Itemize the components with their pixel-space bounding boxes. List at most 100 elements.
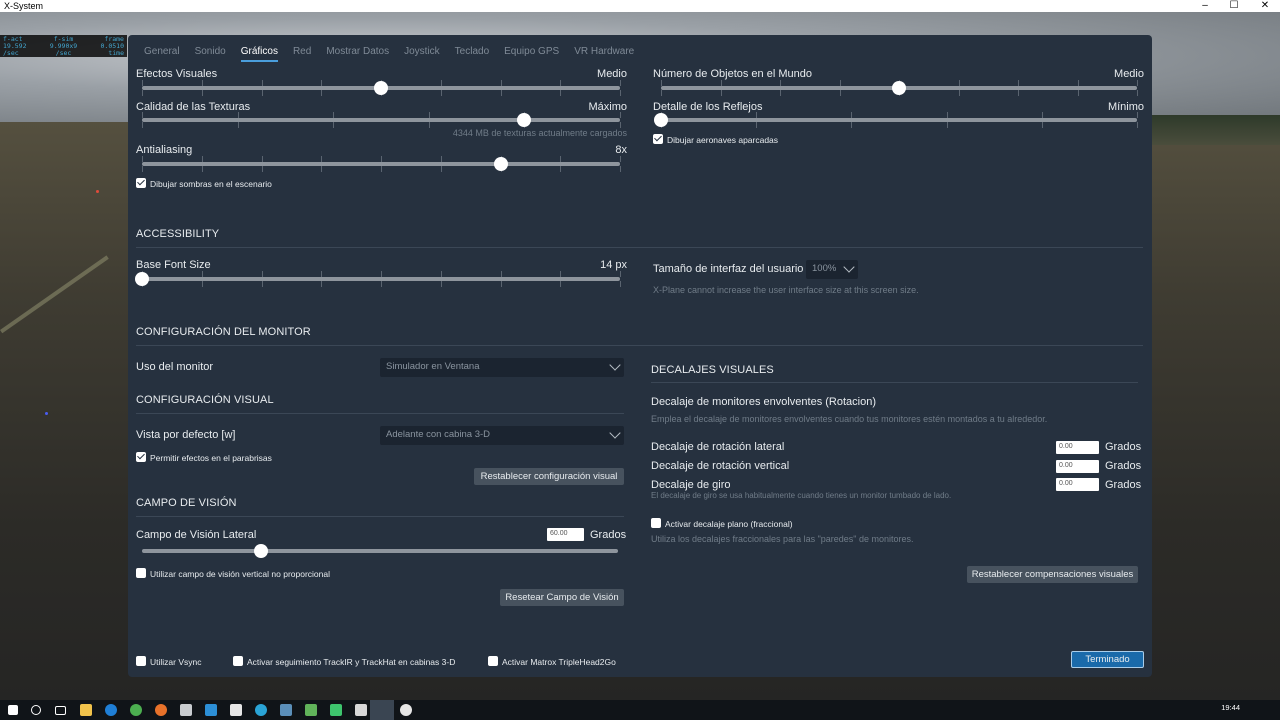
xplane-active-icon[interactable] <box>370 700 394 720</box>
slider-tick <box>851 122 853 128</box>
slider-track[interactable] <box>142 549 618 553</box>
base-font-size-label: Base Font Size <box>136 259 211 271</box>
chevron-down-icon <box>609 359 621 371</box>
slider-tick <box>946 122 948 128</box>
parked-aircraft-checkbox[interactable] <box>653 134 663 144</box>
matrox-checkbox[interactable] <box>488 656 498 666</box>
monitor-usage-dropdown[interactable]: Simulador en Ventana <box>380 358 624 377</box>
slider-tick <box>142 90 143 96</box>
slider-tick <box>620 112 621 118</box>
lateral-rotation-input[interactable]: 0.00 <box>1056 441 1099 454</box>
task-view-icon[interactable] <box>55 706 66 715</box>
ui-size-dropdown[interactable]: 100% <box>806 260 858 279</box>
roll-offset-input[interactable]: 0.00 <box>1056 478 1099 491</box>
vsync-checkbox[interactable] <box>136 656 146 666</box>
done-button[interactable]: Terminado <box>1071 651 1144 668</box>
slider-tick <box>560 80 562 86</box>
plane-maker-icon[interactable] <box>355 704 367 716</box>
lateral-rotation-label: Decalaje de rotación lateral <box>651 441 785 453</box>
antialiasing-value: 8x <box>615 144 627 156</box>
slider-tick <box>1041 112 1043 118</box>
slider-tick <box>958 80 960 86</box>
maximize-button[interactable]: ☐ <box>1219 0 1249 12</box>
slider-tick <box>142 122 143 128</box>
slider-tick <box>1137 80 1138 86</box>
tab-data-output[interactable]: Mostrar Datos <box>326 46 389 62</box>
lateral-fov-input[interactable]: 60.00 <box>547 528 584 541</box>
tab-sound[interactable]: Sonido <box>195 46 226 62</box>
tab-keyboard[interactable]: Teclado <box>455 46 489 62</box>
monitor-usage-label: Uso del monitor <box>136 361 214 373</box>
slider-knob[interactable] <box>493 157 508 171</box>
trackir-checkbox[interactable] <box>233 656 243 666</box>
mail-icon[interactable] <box>230 704 242 716</box>
slider-tick <box>560 271 562 277</box>
visual-config-heading: CONFIGURACIÓN VISUAL <box>136 394 274 406</box>
app-icon[interactable] <box>305 704 317 716</box>
xplane-icon[interactable] <box>205 704 217 716</box>
skype-icon[interactable] <box>255 704 267 716</box>
tab-joystick[interactable]: Joystick <box>404 46 440 62</box>
tab-network[interactable]: Red <box>293 46 311 62</box>
slider-tick <box>500 90 502 96</box>
slider-tick <box>261 281 263 287</box>
slider-tick <box>500 281 502 287</box>
draw-shadows-checkbox[interactable] <box>136 178 146 188</box>
texture-quality-label: Calidad de las Texturas <box>136 101 251 113</box>
slider-knob[interactable] <box>135 272 149 286</box>
slider-knob[interactable] <box>254 544 268 558</box>
slider-tick <box>620 281 621 287</box>
slider-knob[interactable] <box>654 113 668 127</box>
default-view-dropdown[interactable]: Adelante con cabina 3-D <box>380 426 624 445</box>
slider-tick <box>500 271 502 277</box>
slider-tick <box>428 112 430 118</box>
slider-tick <box>1077 80 1079 86</box>
reset-visual-offsets-button[interactable]: Restablecer compensaciones visuales <box>967 566 1138 583</box>
tab-graphics[interactable]: Gráficos <box>240 46 278 62</box>
edge-icon[interactable] <box>105 704 117 716</box>
start-icon[interactable] <box>8 705 18 715</box>
slider-tick <box>321 90 323 96</box>
vertical-rotation-input[interactable]: 0.00 <box>1056 460 1099 473</box>
runway-light <box>45 412 48 415</box>
taskbar-clock[interactable]: 19:44 <box>1221 703 1240 712</box>
slider-knob[interactable] <box>892 81 906 95</box>
reset-fov-button[interactable]: Resetear Campo de Visión <box>500 589 624 606</box>
world-objects-value: Medio <box>1114 68 1144 80</box>
slider-tick <box>500 80 502 86</box>
nonproportional-fov-label: Utilizar campo de visión vertical no pro… <box>150 569 330 579</box>
app-icon[interactable] <box>280 704 292 716</box>
fps-unit: /sec <box>3 49 19 57</box>
slider-tick <box>560 281 562 287</box>
ui-size-label: Tamaño de interfaz del usuario <box>653 263 804 275</box>
firefox-icon[interactable] <box>155 704 167 716</box>
slider-track[interactable] <box>142 118 620 122</box>
slider-tick <box>321 156 323 162</box>
reset-visual-config-button[interactable]: Restablecer configuración visual <box>474 468 624 485</box>
slider-tick <box>261 271 263 277</box>
app-icon[interactable] <box>330 704 342 716</box>
chrome-icon[interactable] <box>130 704 142 716</box>
windows-taskbar: 19:44 <box>0 700 1280 720</box>
vsync-label: Utilizar Vsync <box>150 657 202 667</box>
windshield-effects-checkbox[interactable] <box>136 452 146 462</box>
slider-tick <box>237 122 239 128</box>
slider-tick <box>261 156 263 162</box>
tab-gps[interactable]: Equipo GPS <box>504 46 559 62</box>
calculator-icon[interactable] <box>180 704 192 716</box>
file-explorer-icon[interactable] <box>80 704 92 716</box>
search-icon[interactable] <box>31 705 41 715</box>
slider-knob[interactable] <box>374 81 388 95</box>
close-button[interactable]: ✕ <box>1250 0 1280 12</box>
minimize-button[interactable]: – <box>1190 0 1220 12</box>
slider-tick <box>1077 90 1079 96</box>
slider-tick <box>261 80 263 86</box>
flat-offset-checkbox[interactable] <box>651 518 661 528</box>
slider-tick <box>440 90 442 96</box>
slider-tick <box>440 80 442 86</box>
tab-general[interactable]: General <box>144 46 180 62</box>
app-icon[interactable] <box>400 704 412 716</box>
slider-track[interactable] <box>661 118 1137 122</box>
nonproportional-fov-checkbox[interactable] <box>136 568 146 578</box>
tab-vr-hardware[interactable]: VR Hardware <box>574 46 634 62</box>
